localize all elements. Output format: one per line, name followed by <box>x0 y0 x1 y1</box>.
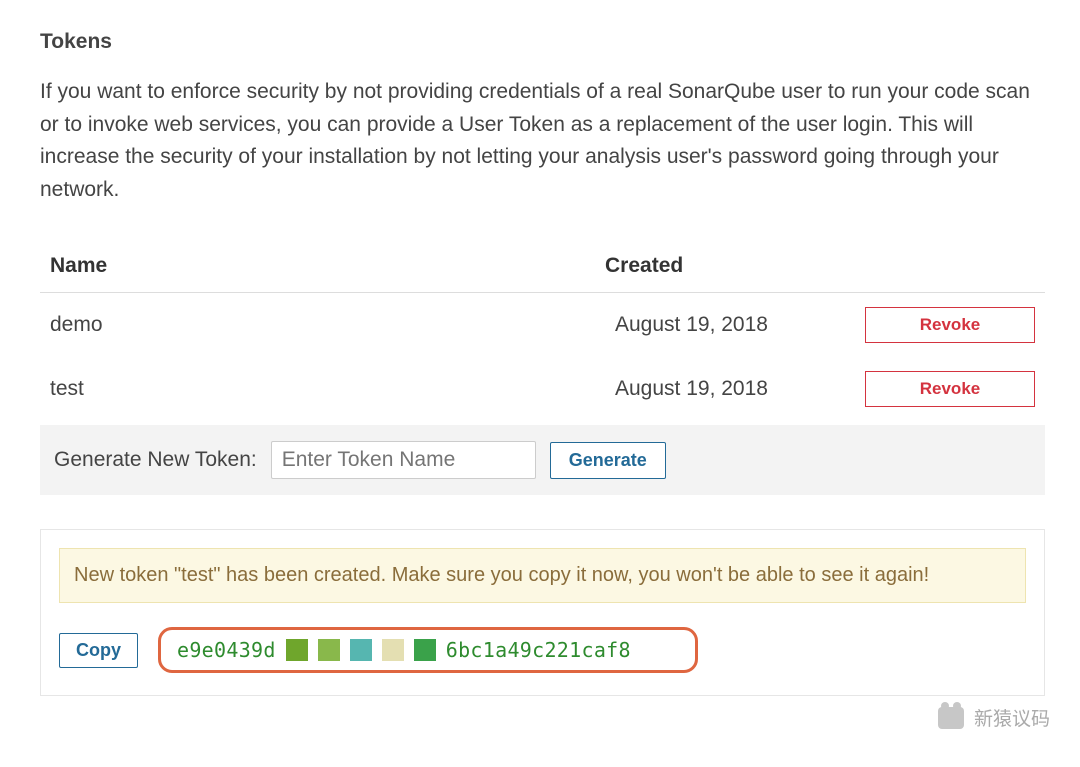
token-name-cell: test <box>40 357 605 421</box>
redact-block-icon <box>318 639 340 661</box>
redact-block-icon <box>286 639 308 661</box>
token-created-cell: August 19, 2018 <box>605 293 855 358</box>
token-redacted-segment <box>286 639 436 661</box>
token-result-panel: New token "test" has been created. Make … <box>40 529 1045 696</box>
redact-block-icon <box>414 639 436 661</box>
revoke-button[interactable]: Revoke <box>865 371 1035 407</box>
generate-token-bar: Generate New Token: Generate <box>40 425 1045 495</box>
token-created-alert: New token "test" has been created. Make … <box>59 548 1026 603</box>
revoke-button[interactable]: Revoke <box>865 307 1035 343</box>
watermark: 新猿议码 <box>938 704 1050 731</box>
token-name-input[interactable] <box>271 441 536 479</box>
copy-button[interactable]: Copy <box>59 633 138 668</box>
redact-block-icon <box>382 639 404 661</box>
token-suffix: 6bc1a49c221caf8 <box>446 638 631 662</box>
table-row: demo August 19, 2018 Revoke <box>40 293 1045 358</box>
table-row: test August 19, 2018 Revoke <box>40 357 1045 421</box>
table-header-name: Name <box>40 242 605 293</box>
section-title: Tokens <box>40 30 1045 54</box>
token-name-cell: demo <box>40 293 605 358</box>
generate-button[interactable]: Generate <box>550 442 666 479</box>
table-header-created: Created <box>605 242 855 293</box>
tokens-table: Name Created demo August 19, 2018 Revoke… <box>40 242 1045 421</box>
watermark-text: 新猿议码 <box>974 704 1050 731</box>
generate-label: Generate New Token: <box>54 448 257 472</box>
token-prefix: e9e0439d <box>177 638 276 662</box>
section-description: If you want to enforce security by not p… <box>40 76 1045 206</box>
token-created-cell: August 19, 2018 <box>605 357 855 421</box>
redact-block-icon <box>350 639 372 661</box>
wechat-icon <box>938 707 964 729</box>
table-header-actions <box>855 242 1045 293</box>
token-value-box: e9e0439d 6bc1a49c221caf8 <box>158 627 698 673</box>
